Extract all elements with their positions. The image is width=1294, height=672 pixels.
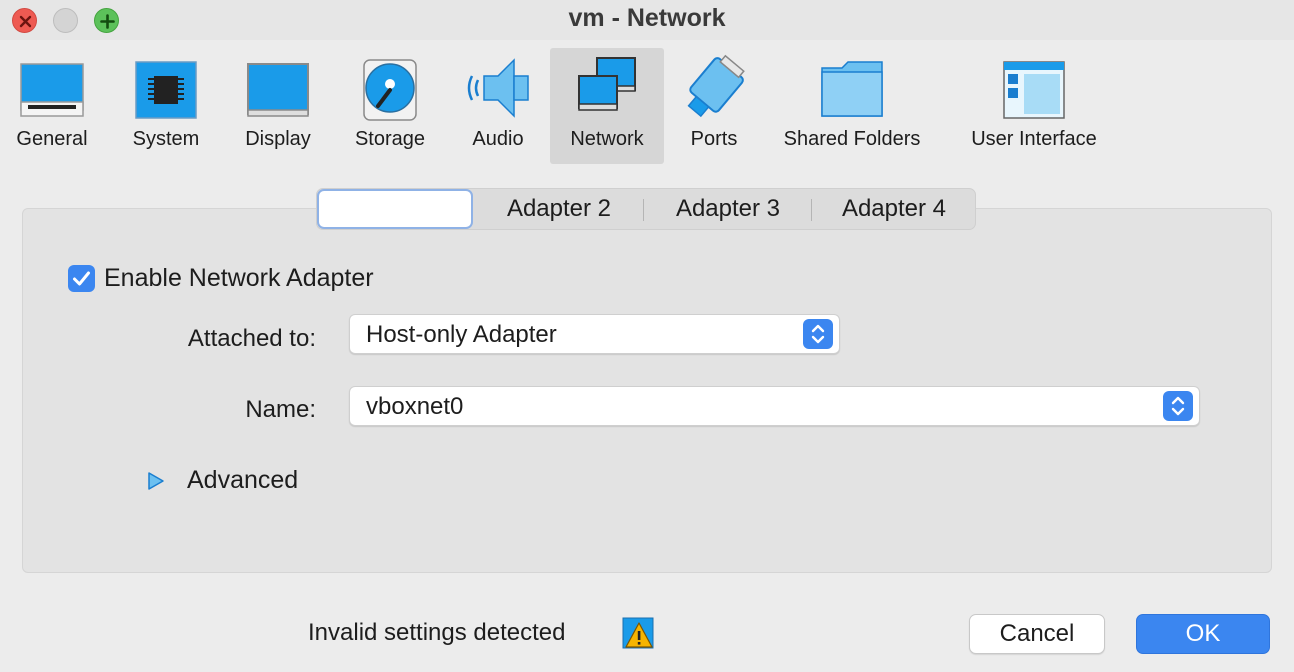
adapter-tabbar: Adapter 2 Adapter 3 Adapter 4 [316, 188, 976, 230]
status-message: Invalid settings detected [308, 619, 566, 646]
toolbar-item-shared-folders[interactable]: Shared Folders [776, 48, 928, 164]
toolbar-item-user-interface[interactable]: User Interface [958, 48, 1110, 164]
toolbar-item-network[interactable]: Network [550, 48, 664, 164]
toolbar-item-general[interactable]: General [6, 48, 98, 164]
cancel-button[interactable]: Cancel [969, 614, 1105, 654]
tab-adapter-4[interactable]: Adapter 4 [812, 189, 976, 229]
network-icon [578, 57, 636, 111]
name-select[interactable]: vboxnet0 [349, 386, 1200, 426]
ok-button[interactable]: OK [1136, 614, 1270, 654]
name-label: Name: [245, 396, 316, 423]
attached-to-select[interactable]: Host-only Adapter [349, 314, 840, 354]
enable-adapter-checkbox[interactable] [68, 265, 95, 292]
enable-adapter-label: Enable Network Adapter [104, 264, 374, 292]
name-value: vboxnet0 [366, 393, 464, 420]
audio-icon [467, 58, 529, 118]
toolbar-item-display[interactable]: Display [232, 48, 324, 164]
settings-toolbar: General System Display Storage Audio Net… [0, 40, 1294, 170]
disclosure-triangle-icon[interactable] [147, 471, 165, 491]
title-bar: vm - Network [0, 0, 1294, 40]
window-title: vm - Network [568, 4, 726, 32]
system-icon [135, 61, 197, 119]
tab-adapter-2[interactable]: Adapter 2 [475, 189, 643, 229]
attached-to-value: Host-only Adapter [366, 321, 557, 348]
folder-icon [821, 61, 883, 117]
tab-adapter-1[interactable] [317, 189, 473, 229]
chevron-up-down-icon [1171, 396, 1185, 416]
toolbar-item-ports[interactable]: Ports [668, 48, 760, 164]
general-icon [20, 63, 84, 117]
toolbar-item-system[interactable]: System [120, 48, 212, 164]
attached-to-stepper[interactable] [803, 319, 833, 349]
attached-to-label: Attached to: [187, 325, 316, 352]
toolbar-item-storage[interactable]: Storage [344, 48, 436, 164]
checkmark-icon [73, 271, 90, 286]
advanced-toggle[interactable]: Advanced [187, 466, 298, 495]
warning-icon[interactable] [622, 617, 654, 649]
toolbar-item-audio[interactable]: Audio [452, 48, 544, 164]
ports-icon [687, 54, 745, 118]
user-interface-icon [1003, 61, 1065, 119]
name-stepper[interactable] [1163, 391, 1193, 421]
tab-adapter-3[interactable]: Adapter 3 [644, 189, 812, 229]
display-icon [247, 63, 309, 117]
chevron-up-down-icon [811, 324, 825, 344]
storage-icon [363, 59, 417, 121]
